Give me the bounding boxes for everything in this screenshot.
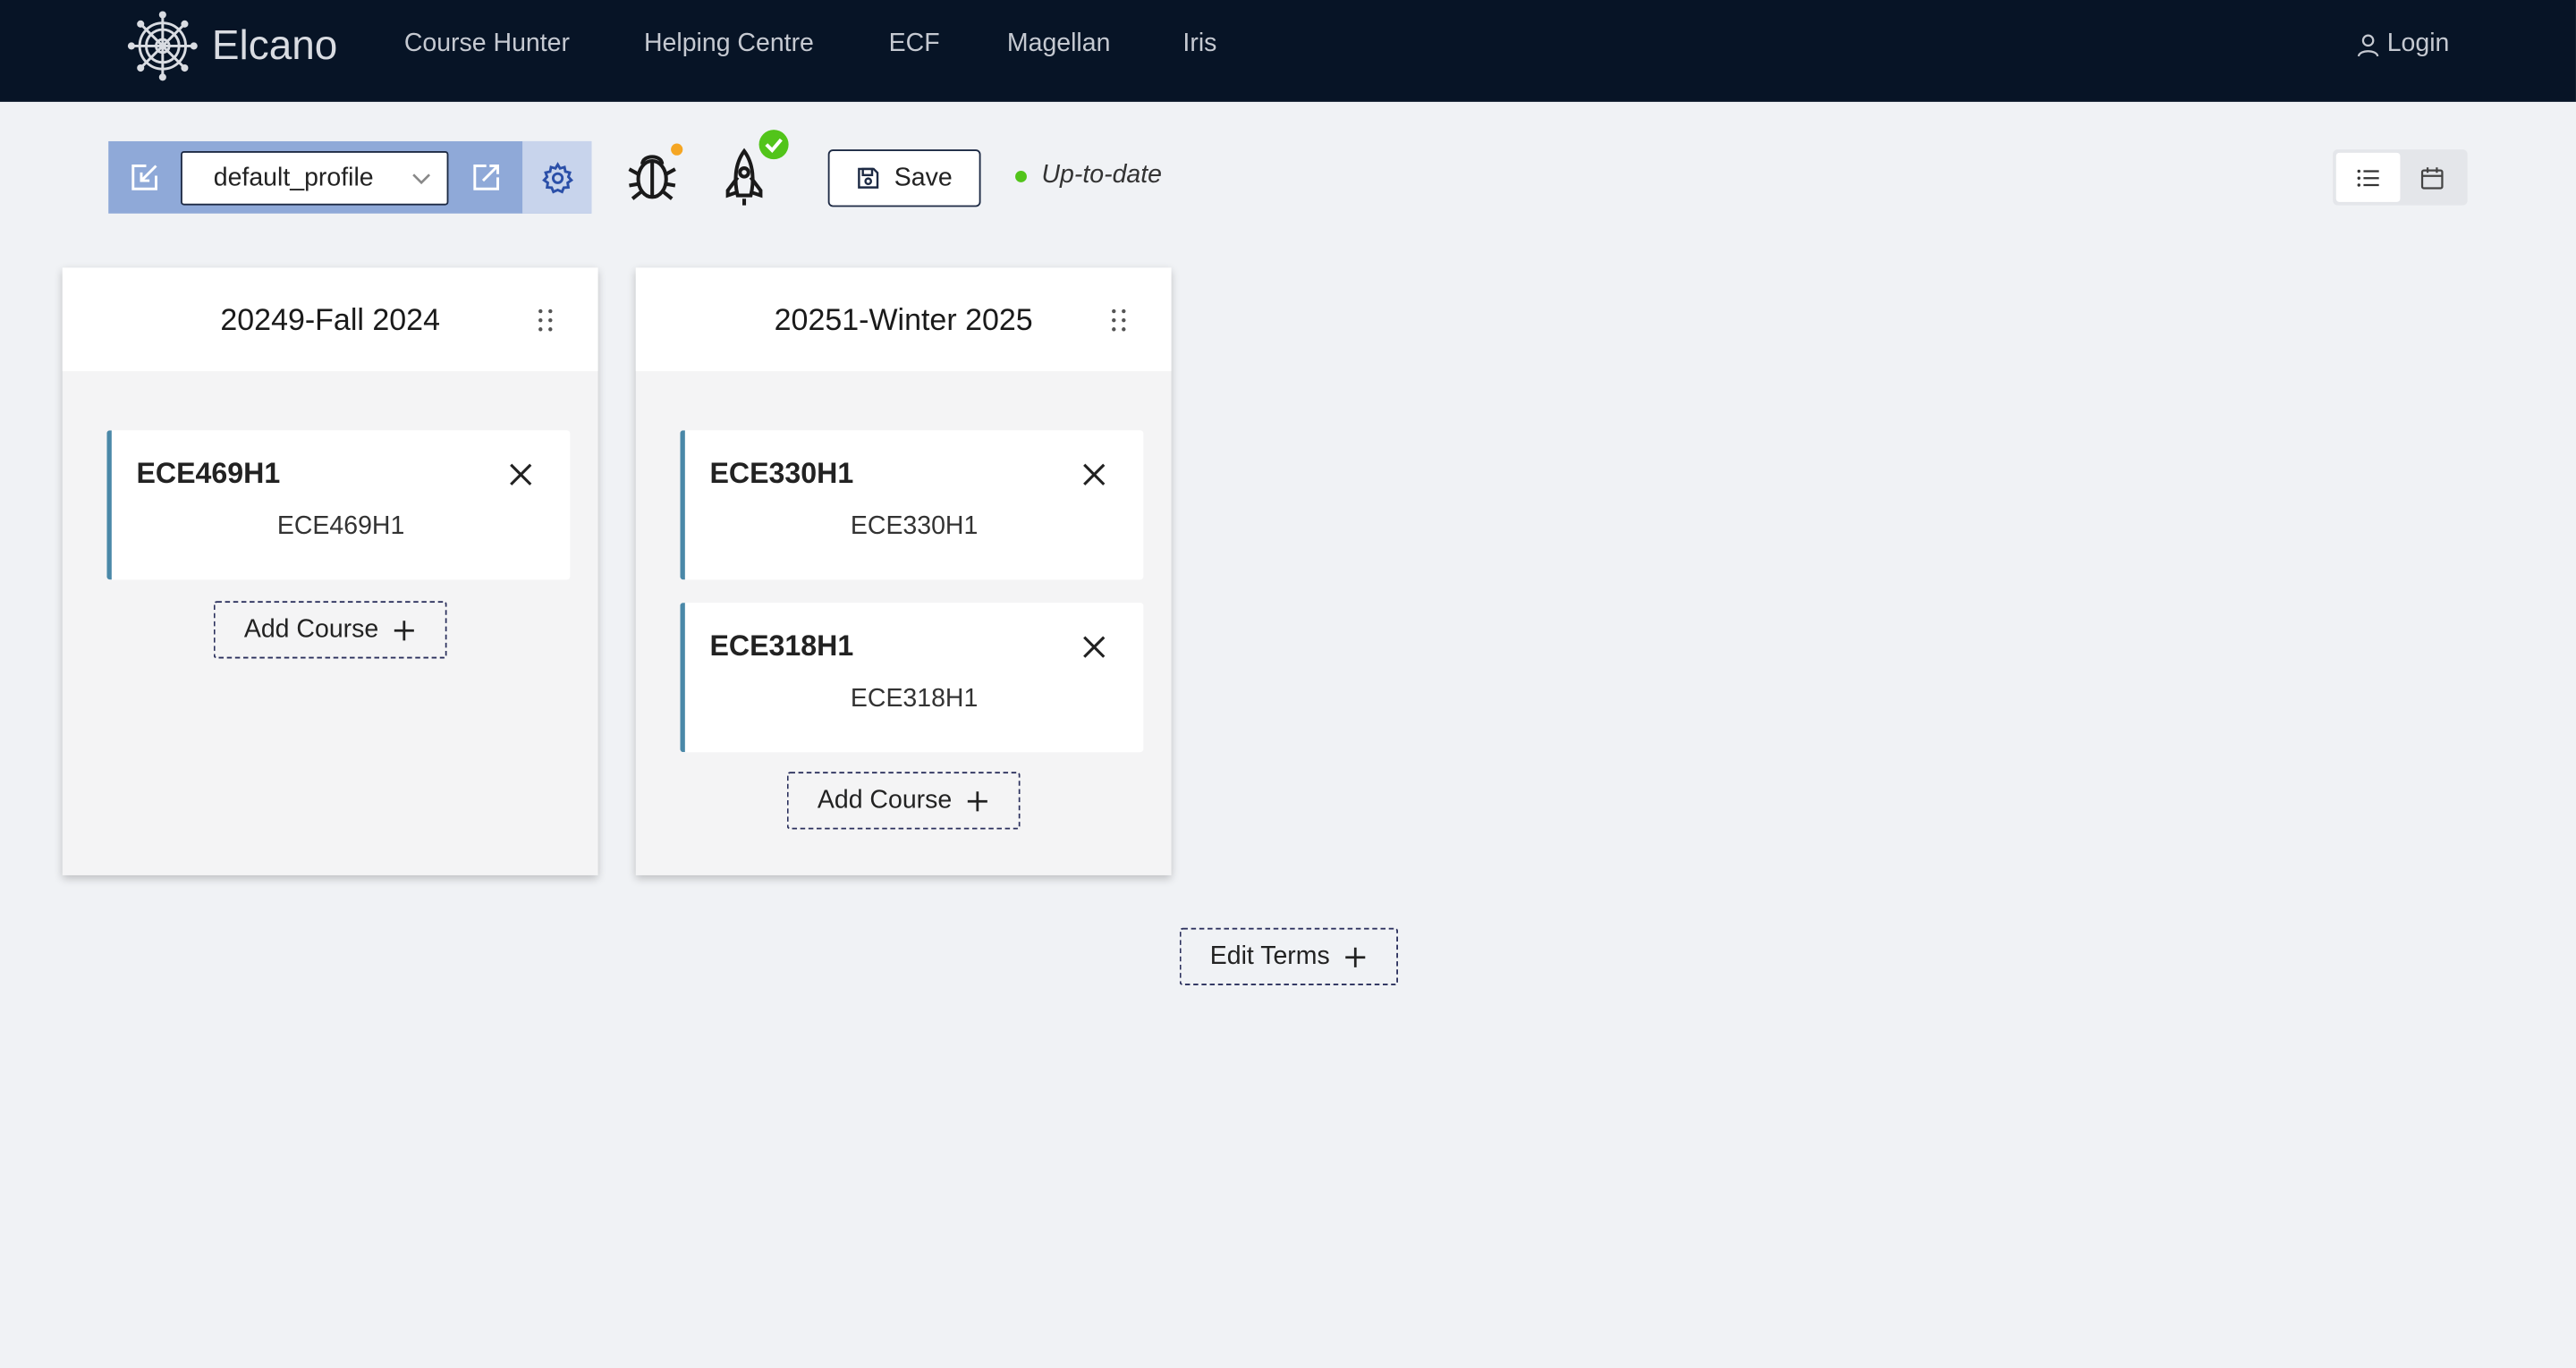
plus-icon bbox=[1346, 946, 1367, 967]
import-profile-button[interactable] bbox=[108, 141, 181, 214]
course-name: ECE469H1 bbox=[276, 512, 405, 541]
course-name: ECE330H1 bbox=[850, 512, 979, 541]
save-icon bbox=[858, 167, 879, 189]
list-view-icon bbox=[2357, 168, 2379, 186]
course-code: ECE318H1 bbox=[709, 629, 854, 663]
term-header: 20249-Fall 2024 bbox=[62, 267, 598, 372]
remove-course-close-icon[interactable] bbox=[508, 461, 534, 487]
term-title: 20249-Fall 2024 bbox=[220, 301, 440, 336]
bug-icon bbox=[628, 143, 683, 200]
status-dot bbox=[1015, 170, 1027, 182]
brand-name: Elcano bbox=[211, 21, 338, 69]
course-card[interactable]: ECE469H1 ECE469H1 bbox=[106, 430, 571, 580]
remove-course-close-icon[interactable] bbox=[1081, 634, 1107, 660]
course-card[interactable]: ECE330H1 ECE330H1 bbox=[680, 430, 1144, 580]
plus-icon bbox=[394, 620, 415, 640]
deploy-status-button[interactable] bbox=[713, 128, 795, 210]
top-navbar: Elcano Course Hunter Helping Centre ECF … bbox=[0, 0, 2576, 102]
add-course-label: Add Course bbox=[817, 785, 953, 815]
edit-terms-label: Edit Terms bbox=[1209, 942, 1330, 970]
import-icon bbox=[131, 165, 157, 190]
nav-link-ecf[interactable]: ECF bbox=[889, 30, 940, 59]
add-course-label: Add Course bbox=[243, 614, 379, 644]
rocket-icon bbox=[725, 130, 789, 206]
term-header: 20251-Winter 2025 bbox=[635, 267, 1172, 372]
sync-status: Up-to-date bbox=[1015, 161, 1162, 190]
nav-link-iris[interactable]: Iris bbox=[1182, 30, 1216, 59]
course-card[interactable]: ECE318H1 ECE318H1 bbox=[680, 603, 1144, 753]
calendar-view-icon bbox=[2420, 166, 2444, 189]
nav-link-course-hunter[interactable]: Course Hunter bbox=[404, 30, 570, 59]
term-title: 20251-Winter 2025 bbox=[774, 301, 1033, 336]
drag-handle-icon[interactable] bbox=[536, 307, 555, 333]
chevron-down-icon bbox=[412, 173, 430, 185]
drag-handle-icon[interactable] bbox=[1109, 307, 1129, 333]
login-label: Login bbox=[2386, 30, 2450, 58]
export-icon bbox=[473, 165, 499, 190]
save-button[interactable]: Save bbox=[827, 149, 981, 207]
profile-settings-button[interactable] bbox=[522, 140, 592, 214]
plus-icon bbox=[968, 790, 988, 811]
app-frame: Elcano Course Hunter Helping Centre ECF … bbox=[0, 0, 2576, 1368]
nav-link-magellan[interactable]: Magellan bbox=[1007, 30, 1111, 59]
add-course-button[interactable]: Add Course bbox=[786, 772, 1021, 830]
edit-terms-button[interactable]: Edit Terms bbox=[1179, 927, 1399, 986]
term-column-winter-2025: 20251-Winter 2025 ECE330H1 ECE330H1 ECE3… bbox=[635, 267, 1172, 875]
ship-wheel-logo-icon bbox=[127, 11, 198, 81]
profile-toolbar: default_profile bbox=[108, 140, 592, 214]
status-text: Up-to-date bbox=[1041, 160, 1162, 190]
list-view-button[interactable] bbox=[2335, 152, 2401, 202]
brand[interactable]: Elcano bbox=[126, 10, 337, 82]
login-button[interactable]: Login bbox=[2356, 30, 2450, 59]
profile-select-value: default_profile bbox=[213, 163, 374, 191]
term-column-fall-2024: 20249-Fall 2024 ECE469H1 ECE469H1 Add Co… bbox=[62, 267, 598, 875]
course-code: ECE469H1 bbox=[136, 456, 281, 490]
save-label: Save bbox=[894, 163, 953, 191]
course-code: ECE330H1 bbox=[709, 456, 854, 490]
remove-course-close-icon[interactable] bbox=[1081, 461, 1107, 487]
export-profile-button[interactable] bbox=[450, 141, 522, 214]
user-icon bbox=[2357, 33, 2379, 56]
course-name: ECE318H1 bbox=[850, 684, 979, 714]
nav-link-helping-centre[interactable]: Helping Centre bbox=[644, 30, 814, 59]
profile-select[interactable]: default_profile bbox=[181, 150, 449, 206]
add-course-button[interactable]: Add Course bbox=[213, 601, 447, 659]
view-toggle bbox=[2333, 149, 2468, 206]
calendar-view-button[interactable] bbox=[2400, 153, 2464, 202]
bug-report-button[interactable] bbox=[621, 141, 686, 207]
gear-icon bbox=[541, 161, 573, 193]
